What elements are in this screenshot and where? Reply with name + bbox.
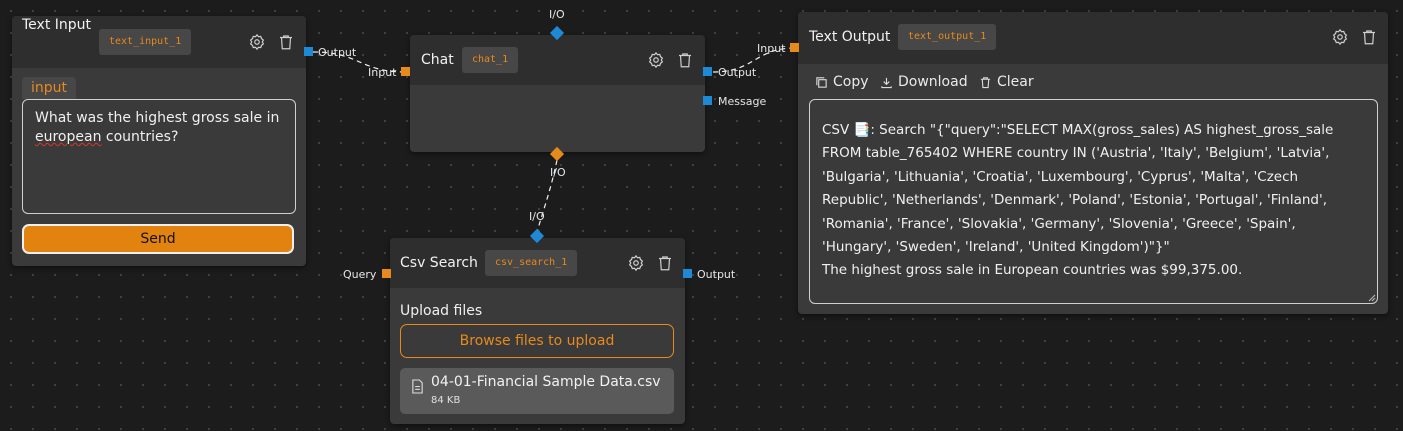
gear-icon[interactable] [627, 254, 645, 272]
chat-title: Chat [421, 52, 454, 68]
text-output-id-badge: text_output_1 [898, 24, 997, 50]
clear-button[interactable]: Clear [979, 74, 1034, 90]
gear-icon[interactable] [1331, 28, 1349, 46]
text-output-title: Text Output [809, 29, 891, 45]
text-input-output-label: Output [318, 46, 357, 59]
text-input-field[interactable]: What was the highest gross sale in europ… [22, 99, 296, 214]
input-text-rest: countries? [101, 129, 179, 145]
text-input-output-port[interactable] [304, 47, 313, 56]
trash-icon[interactable] [656, 254, 674, 272]
text-input-title: Text Input [22, 17, 92, 33]
trash-icon[interactable] [277, 33, 295, 51]
copy-button[interactable]: Copy [815, 74, 869, 90]
chat-message-port[interactable] [703, 96, 712, 105]
chat-message-label: Message [718, 95, 767, 108]
chat-id-badge: chat_1 [462, 47, 519, 73]
gear-icon[interactable] [248, 33, 266, 51]
csv-search-id-badge: csv_search_1 [485, 250, 578, 276]
text-output-input-label: Input [757, 42, 786, 55]
copy-label: Copy [833, 74, 869, 90]
file-icon [411, 379, 424, 394]
chat-input-port[interactable] [401, 67, 410, 76]
chat-input-label: Input [368, 66, 397, 79]
trash-icon[interactable] [676, 51, 694, 69]
uploaded-file-item[interactable]: 04-01-Financial Sample Data.csv 84 KB [400, 368, 674, 414]
chat-output-label: Output [718, 66, 757, 79]
trash-icon [980, 76, 991, 88]
text-output-input-port[interactable] [790, 43, 799, 52]
csv-query-label: Query [343, 268, 377, 281]
send-button[interactable]: Send [22, 224, 294, 254]
input-tab-label: input [22, 77, 77, 99]
text-output-field[interactable]: CSV 📑: Search "{"query":"SELECT MAX(gros… [809, 99, 1378, 304]
input-text-misspelled-word: european [35, 129, 102, 145]
download-button[interactable]: Download [880, 74, 968, 90]
browse-files-button[interactable]: Browse files to upload [400, 324, 674, 358]
file-size: 84 KB [431, 395, 461, 406]
upload-files-label: Upload files [400, 303, 483, 319]
csv-output-port[interactable] [683, 269, 692, 278]
trash-icon[interactable] [1360, 28, 1378, 46]
chat-io-top-label: I/O [549, 8, 565, 21]
download-icon [881, 77, 892, 88]
chat-output-port[interactable] [703, 67, 712, 76]
chat-io-bottom-label: I/O [550, 166, 566, 179]
resize-handle-icon[interactable] [1367, 293, 1376, 302]
csv-output-label: Output [697, 268, 736, 281]
gear-icon[interactable] [647, 51, 665, 69]
file-name: 04-01-Financial Sample Data.csv [431, 374, 661, 390]
text-input-id-badge: text_input_1 [99, 29, 192, 55]
input-text-line1: What was the highest gross sale in [35, 110, 280, 126]
csv-search-title: Csv Search [400, 255, 478, 271]
csv-query-port[interactable] [382, 269, 391, 278]
download-label: Download [898, 74, 968, 90]
csv-io-top-label: I/O [529, 210, 545, 223]
copy-icon [816, 76, 827, 88]
clear-label: Clear [997, 74, 1034, 90]
